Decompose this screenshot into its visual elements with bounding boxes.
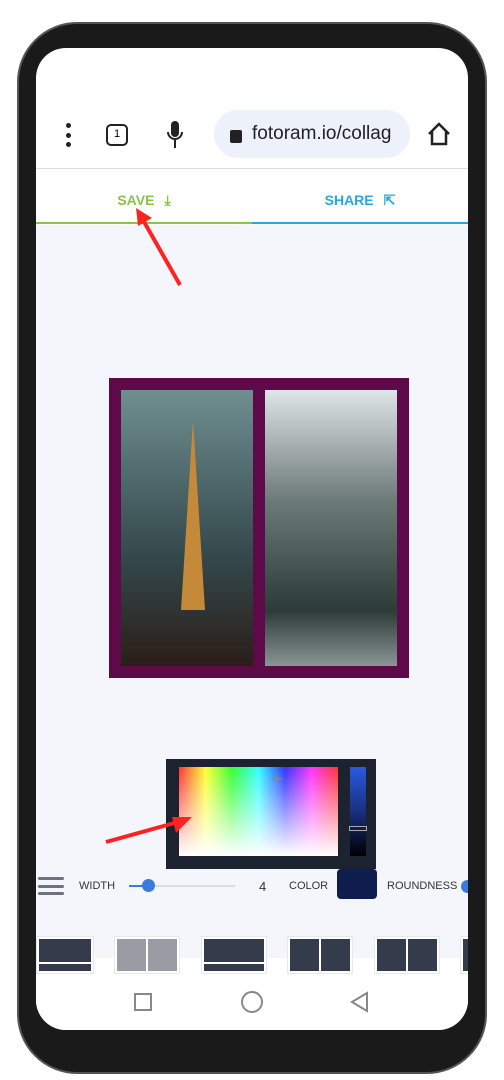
annotation-arrows — [105, 208, 192, 844]
